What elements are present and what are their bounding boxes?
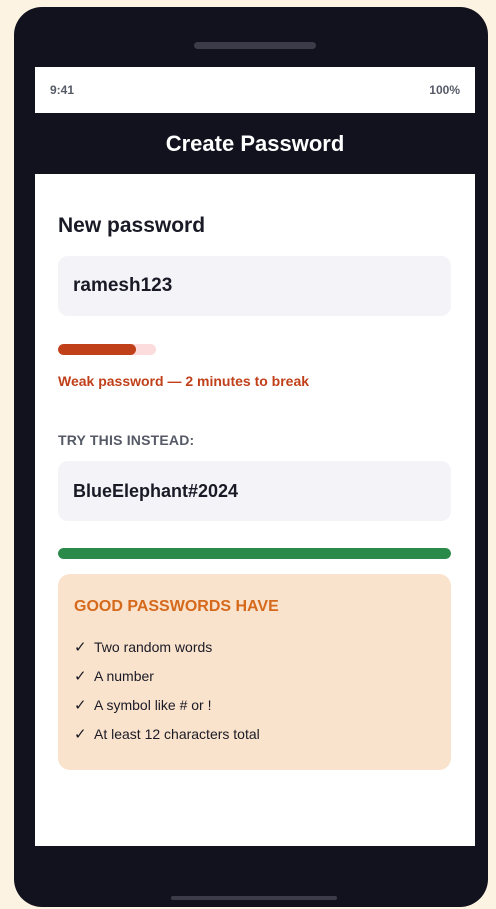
check-icon: ✓ [74, 696, 87, 714]
header-bar: Create Password [35, 113, 475, 174]
phone-frame: 9:41 100% Create Password New password r… [14, 7, 488, 907]
new-password-value: ramesh123 [73, 275, 173, 296]
tips-title: GOOD PASSWORDS HAVE [74, 598, 279, 615]
tip-text: A symbol like # or ! [94, 696, 212, 713]
status-bar: 9:41 100% [35, 67, 475, 113]
home-indicator [171, 896, 337, 900]
suggested-password-value: BlueElephant#2024 [73, 480, 239, 501]
check-icon: ✓ [74, 725, 87, 743]
tip-item: ✓ At least 12 characters total [74, 719, 435, 748]
suggestion-label: TRY THIS INSTEAD: [58, 432, 195, 448]
phone-notch [194, 42, 316, 49]
weak-strength-meter [58, 344, 156, 355]
suggested-password-field[interactable]: BlueElephant#2024 [58, 461, 451, 521]
new-password-label: New password [58, 214, 206, 237]
screen-content: New password ramesh123 Weak password — 2… [35, 174, 475, 846]
weak-strength-fill [58, 344, 137, 355]
strength-message: Weak password — 2 minutes to break [58, 373, 310, 389]
status-battery: 100% [429, 83, 460, 97]
tip-text: Two random words [94, 638, 213, 655]
tip-text: At least 12 characters total [94, 725, 260, 742]
strong-strength-fill [58, 548, 451, 559]
new-password-input[interactable]: ramesh123 [58, 256, 451, 316]
tip-text: A number [94, 667, 154, 684]
check-icon: ✓ [74, 638, 87, 656]
tips-card: GOOD PASSWORDS HAVE ✓ Two random words ✓… [58, 574, 451, 770]
status-time: 9:41 [50, 83, 75, 97]
tip-item: ✓ Two random words [74, 632, 435, 661]
tip-item: ✓ A symbol like # or ! [74, 690, 435, 719]
check-icon: ✓ [74, 667, 87, 685]
tip-item: ✓ A number [74, 661, 435, 690]
strong-strength-meter [58, 548, 451, 559]
page-title: Create Password [165, 130, 345, 156]
